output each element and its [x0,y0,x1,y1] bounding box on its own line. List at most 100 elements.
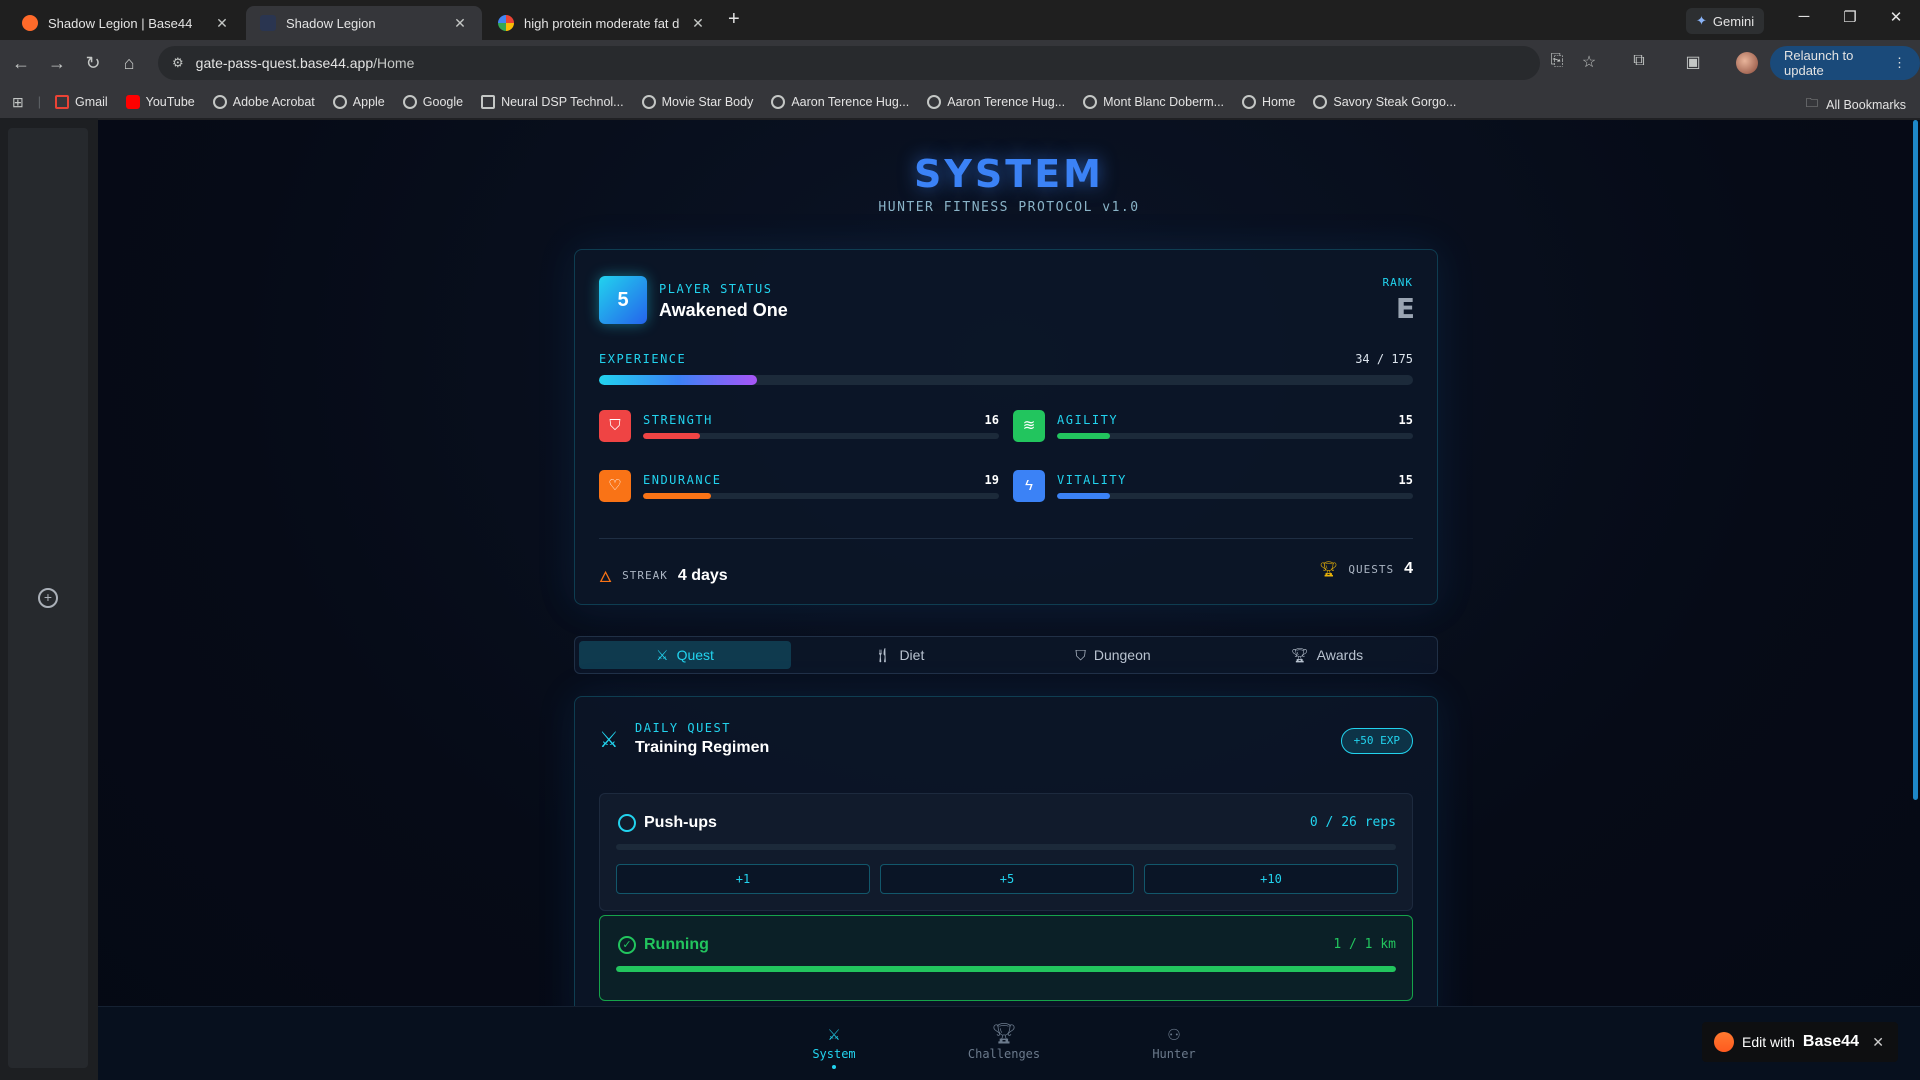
check-circle-icon[interactable]: ✓ [618,936,636,954]
bookmark-label: YouTube [145,95,195,109]
extensions-icon[interactable]: ⧉ [1628,52,1650,70]
bookmark-gmail[interactable]: Gmail [54,95,108,109]
bookmark-label: Adobe Acrobat [232,95,315,109]
exp-reward-badge: +50 EXP [1340,728,1413,754]
nav-hunter[interactable]: ⚇ Hunter [1124,1021,1224,1061]
browser-tab-bar: Shadow Legion | Base44 ✕ Shadow Legion ✕… [0,0,1920,40]
all-bookmarks-button[interactable]: 🗀 All Bookmarks [1806,94,1906,115]
new-tab-button[interactable]: + [728,8,740,31]
stat-bar [1057,493,1413,499]
trophy-icon: 🏆︎ [1319,561,1339,578]
experience-label: EXPERIENCE [599,352,687,366]
bookmarks-bar: ⊞ | Gmail YouTube Adobe Acrobat Apple Go… [0,86,1920,118]
bookmark-item[interactable]: Adobe Acrobat [212,95,315,109]
apps-grid-icon[interactable]: ⊞ [12,94,24,111]
nav-system[interactable]: ⚔ System [784,1021,884,1069]
menu-dots-icon[interactable]: ⋮ [1893,55,1906,71]
trophy-icon: 🏆︎ [991,1021,1017,1045]
player-status-card: 5 PLAYER STATUS Awakened One RANK E EXPE… [574,249,1438,605]
browser-tab-active[interactable]: Shadow Legion ✕ [246,6,482,40]
edit-with-base44-badge[interactable]: Edit with Base44 ✕ [1702,1022,1898,1062]
shield-icon: ⛉ [1075,646,1086,663]
bookmark-star-icon[interactable]: ☆ [1578,52,1600,72]
bookmark-label: Aaron Terence Hug... [947,95,1066,109]
bookmark-item[interactable]: Savory Steak Gorgo... [1313,95,1456,109]
forward-icon[interactable]: → [44,50,70,76]
bookmark-item[interactable]: Google [402,95,463,109]
close-badge-icon[interactable]: ✕ [1872,1034,1884,1051]
url-host: gate-pass-quest.base44.app [195,55,374,71]
bookmark-item[interactable]: Mont Blanc Doberm... [1083,95,1224,109]
nav-challenges[interactable]: 🏆︎ Challenges [954,1021,1054,1061]
page-subtitle: HUNTER FITNESS PROTOCOL v1.0 [878,200,1140,215]
bookmark-item[interactable]: Movie Star Body [641,95,754,109]
bookmark-item[interactable]: Neural DSP Technol... [481,95,624,109]
quests-value: 4 [1404,560,1413,577]
gemini-sparkle-icon: ✦ [1696,13,1707,28]
tab-awards[interactable]: 🏆︎ Awards [1221,641,1433,669]
bookmark-label: Movie Star Body [661,95,754,109]
incomplete-circle-icon[interactable] [618,814,636,832]
tab-label: Diet [899,647,925,663]
stat-bar [643,493,999,499]
bookmark-label: Mont Blanc Doberm... [1103,95,1225,109]
side-panel-icon[interactable]: ▣ [1682,52,1704,72]
bookmark-label: Neural DSP Technol... [501,95,624,109]
close-window-icon[interactable]: ✕ [1886,8,1906,26]
bookmark-item[interactable]: Home [1242,95,1295,109]
reload-icon[interactable]: ↻ [80,50,106,76]
stat-value: 16 [984,413,999,427]
site-info-icon[interactable]: ⚙ [172,55,184,71]
address-bar[interactable]: ⚙ gate-pass-quest.base44.app/Home [158,46,1540,80]
nav-label: System [812,1047,856,1061]
tab-label: Dungeon [1093,647,1151,663]
restore-icon[interactable]: ❐ [1840,8,1860,26]
relaunch-button[interactable]: Relaunch to update ⋮ [1770,46,1920,80]
task-pushups: Push-ups 0 / 26 reps +1 +5 +10 [599,793,1413,911]
gemini-button[interactable]: ✦ Gemini [1686,8,1765,34]
globe-icon [1242,95,1257,109]
folder-icon: 🗀 [1805,96,1819,110]
stat-bar [643,433,999,439]
edit-with-label: Edit with [1742,1034,1795,1050]
profile-avatar[interactable] [1736,52,1758,74]
tab-quest[interactable]: ⚔ Quest [579,641,791,669]
daily-quest-card: ⚔ DAILY QUEST Training Regimen +50 EXP P… [574,696,1438,1036]
back-icon[interactable]: ← [8,50,34,76]
stat-value: 19 [984,473,999,487]
add-circle-icon[interactable]: + [38,588,58,608]
tab-diet[interactable]: 🍴︎ Diet [793,641,1005,669]
bookmark-label: Savory Steak Gorgo... [1333,95,1457,109]
stat-name: VITALITY [1057,473,1127,487]
globe-icon [641,95,656,109]
section-tabs: ⚔ Quest 🍴︎ Diet ⛉ Dungeon 🏆︎ Awards [574,636,1438,674]
bookmark-item[interactable]: Aaron Terence Hug... [771,95,909,109]
rank-value: E [1395,292,1415,325]
browser-tab[interactable]: high protein moderate fat diet ✕ [484,6,720,40]
stat-bar-fill [643,493,711,499]
home-icon[interactable]: ⌂ [116,50,142,76]
add-10-button[interactable]: +10 [1144,864,1398,894]
player-status-label: PLAYER STATUS [659,282,773,296]
tab-dungeon[interactable]: ⛉ Dungeon [1007,641,1219,669]
bookmark-youtube[interactable]: YouTube [125,95,195,109]
bookmark-label: Apple [352,95,385,109]
bookmark-item[interactable]: Aaron Terence Hug... [927,95,1065,109]
editor-side-panel: + [0,118,98,1080]
add-5-button[interactable]: +5 [880,864,1134,894]
trophy-icon: 🏆︎ [1290,646,1309,663]
close-tab-icon[interactable]: ✕ [214,15,230,32]
stat-bar-fill [643,433,700,439]
add-1-button[interactable]: +1 [616,864,870,894]
swords-icon: ⚔ [656,646,669,663]
install-app-icon[interactable]: ⎘ [1546,52,1568,70]
browser-tab[interactable]: Shadow Legion | Base44 ✕ [8,6,244,40]
gmail-icon [54,95,69,109]
base44-favicon-icon [22,15,38,31]
close-tab-icon[interactable]: ✕ [690,15,706,32]
bookmark-item[interactable]: Apple [332,95,385,109]
daily-quest-label: DAILY QUEST [635,721,731,735]
close-tab-icon[interactable]: ✕ [452,15,468,32]
minimize-icon[interactable]: ─ [1794,8,1814,25]
scrollbar[interactable] [1913,120,1918,800]
